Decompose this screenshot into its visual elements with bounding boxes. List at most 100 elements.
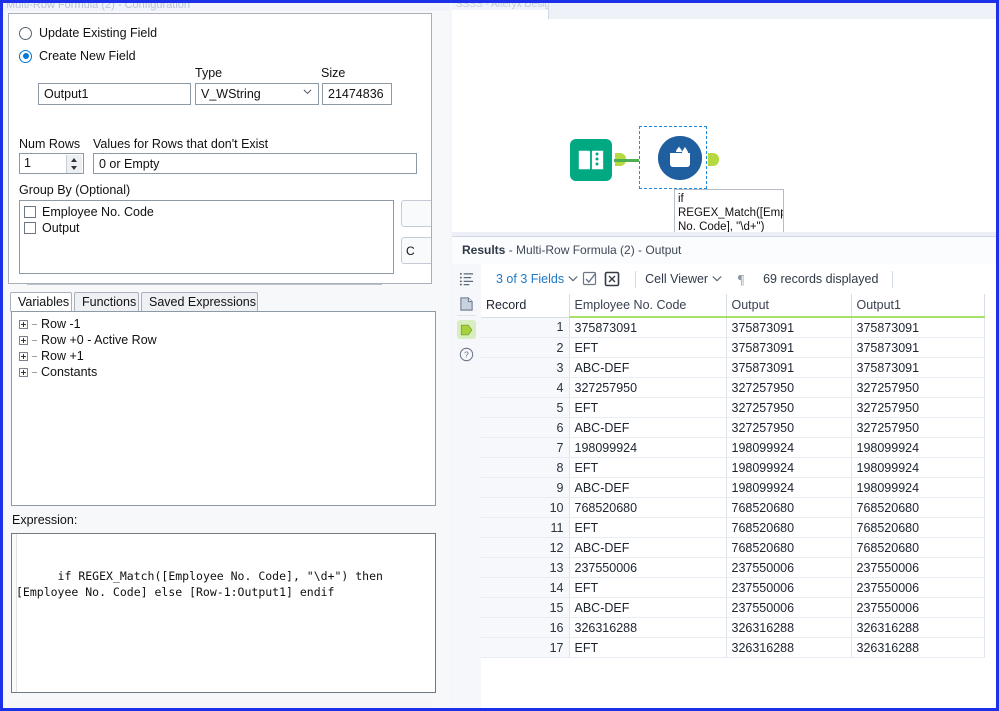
group-by-clear-all-button[interactable]: C [401, 237, 431, 264]
clear-all-icon[interactable] [604, 271, 620, 287]
results-grid[interactable]: Record Employee No. Code Output Output1 … [481, 294, 999, 711]
expand-icon[interactable] [19, 351, 28, 361]
cell-output1: 327257950 [851, 377, 985, 398]
cell-viewer-label[interactable]: Cell Viewer [645, 272, 708, 286]
table-row[interactable]: 6 ABC-DEF 327257950 327257950 [481, 417, 985, 438]
column-header-output1[interactable]: Output1 [851, 294, 985, 318]
group-by-item-output[interactable]: Output [20, 220, 393, 236]
variables-tree[interactable]: Row -1 Row +0 - Active Row Row +1 Consta… [11, 311, 436, 506]
table-row[interactable]: 12 ABC-DEF 768520680 768520680 [481, 537, 985, 558]
table-row[interactable]: 13 237550006 237550006 237550006 [481, 557, 985, 578]
tab-functions[interactable]: Functions [74, 292, 139, 312]
cell-record: 8 [481, 457, 570, 478]
group-by-listbox[interactable]: Employee No. Code Output [19, 200, 394, 274]
cell-employee-no-code: ABC-DEF [569, 477, 727, 498]
table-row[interactable]: 4 327257950 327257950 327257950 [481, 377, 985, 398]
results-header-title: Results [462, 243, 506, 257]
cell-record: 14 [481, 577, 570, 598]
canvas-tab-primary[interactable] [593, 3, 999, 19]
radio-create-new-indicator[interactable] [19, 49, 32, 63]
list-view-glyph [459, 272, 474, 286]
table-row[interactable]: 11 EFT 768520680 768520680 [481, 517, 985, 538]
table-row[interactable]: 14 EFT 237550006 237550006 [481, 577, 985, 598]
cell-record: 9 [481, 477, 570, 498]
column-header-employee-no-code[interactable]: Employee No. Code [569, 294, 727, 318]
table-row[interactable]: 3 ABC-DEF 375873091 375873091 [481, 357, 985, 378]
column-header-output[interactable]: Output [726, 294, 852, 318]
table-row[interactable]: 16 326316288 326316288 326316288 [481, 617, 985, 638]
expression-tabs: Variables Functions Saved Expressions [10, 292, 440, 312]
cell-employee-no-code: ABC-DEF [569, 597, 727, 618]
cell-employee-no-code: EFT [569, 517, 727, 538]
tree-item-constants[interactable]: Constants [12, 364, 435, 380]
radio-create-new-field[interactable]: Create New Field [19, 49, 136, 63]
radio-update-existing-indicator[interactable] [19, 26, 32, 40]
num-rows-spin-buttons[interactable] [66, 155, 82, 173]
expand-icon[interactable] [19, 335, 28, 345]
chevron-down-icon[interactable] [712, 274, 722, 284]
group-by-item-employee-no-code[interactable]: Employee No. Code [20, 204, 393, 220]
panel-separator [27, 284, 382, 285]
cell-employee-no-code: EFT [569, 337, 727, 358]
check-all-icon[interactable] [582, 271, 598, 287]
checkbox-employee-no-code[interactable] [24, 206, 36, 218]
table-row[interactable]: 2 EFT 375873091 375873091 [481, 337, 985, 358]
fields-selector-label[interactable]: 3 of 3 Fields [496, 272, 564, 286]
input-data-node[interactable] [570, 139, 612, 181]
list-view-icon[interactable] [457, 269, 476, 288]
values-for-rows-input[interactable]: 0 or Empty [93, 153, 417, 174]
cell-output: 198099924 [726, 477, 852, 498]
pilcrow-icon[interactable]: ¶ [733, 271, 749, 287]
cell-record: 1 [481, 317, 570, 338]
chevron-down-icon[interactable] [568, 274, 578, 284]
node-annotation: if REGEX_Match([Employee No. Code], "\d+… [674, 189, 784, 236]
expand-icon[interactable] [19, 319, 28, 329]
output-anchor-formula-node[interactable] [708, 153, 719, 166]
spin-down-icon[interactable] [67, 164, 82, 173]
table-row[interactable]: 1 375873091 375873091 375873091 [481, 317, 985, 338]
group-by-select-all-button[interactable] [401, 200, 431, 227]
column-header-record[interactable]: Record [481, 294, 570, 318]
checkbox-output[interactable] [24, 222, 36, 234]
tree-connector [32, 339, 37, 341]
tab-variables[interactable]: Variables [10, 292, 72, 312]
table-row[interactable]: 9 ABC-DEF 198099924 198099924 [481, 477, 985, 498]
data-profile-icon[interactable] [457, 294, 476, 313]
table-row[interactable]: 10 768520680 768520680 768520680 [481, 497, 985, 518]
tree-item-row-plus-0[interactable]: Row +0 - Active Row [12, 332, 435, 348]
multi-row-formula-node[interactable] [658, 136, 702, 180]
tree-item-row-minus-1[interactable]: Row -1 [12, 316, 435, 332]
cell-output: 375873091 [726, 317, 852, 338]
cell-output1: 326316288 [851, 617, 985, 638]
size-label: Size [321, 66, 346, 80]
radio-update-existing-field[interactable]: Update Existing Field [19, 26, 157, 40]
output-anchor-icon[interactable] [457, 320, 476, 339]
table-row[interactable]: 8 EFT 198099924 198099924 [481, 457, 985, 478]
field-type-value: V_WString [201, 87, 261, 101]
chevron-down-icon [303, 89, 312, 95]
cell-output1: 768520680 [851, 497, 985, 518]
cell-employee-no-code: 326316288 [569, 617, 727, 638]
help-icon[interactable]: ? [457, 345, 476, 364]
table-row[interactable]: 17 EFT 326316288 326316288 [481, 637, 985, 658]
table-row[interactable]: 5 EFT 327257950 327257950 [481, 397, 985, 418]
expand-icon[interactable] [19, 367, 28, 377]
results-panel: Results - Multi-Row Formula (2) - Output [452, 236, 999, 711]
cell-output1: 198099924 [851, 477, 985, 498]
workflow-canvas[interactable]: if REGEX_Match([Employee No. Code], "\d+… [452, 19, 999, 236]
num-rows-stepper[interactable]: 1 [19, 153, 84, 174]
tree-item-row-plus-1[interactable]: Row +1 [12, 348, 435, 364]
cell-output1: 768520680 [851, 517, 985, 538]
spin-up-icon[interactable] [67, 155, 82, 164]
field-type-select[interactable]: V_WString [195, 83, 319, 105]
new-field-name-input[interactable]: Output1 [38, 83, 191, 105]
group-by-item-label: Output [42, 221, 80, 235]
tab-saved-expressions[interactable]: Saved Expressions [141, 292, 258, 312]
field-size-input[interactable]: 21474836 [322, 83, 392, 105]
table-row[interactable]: 15 ABC-DEF 237550006 237550006 [481, 597, 985, 618]
table-row[interactable]: 7 198099924 198099924 198099924 [481, 437, 985, 458]
canvas-tab-secondary[interactable] [548, 3, 594, 19]
radio-update-existing-label: Update Existing Field [39, 26, 158, 40]
expression-editor[interactable]: if REGEX_Match([Employee No. Code], "\d+… [11, 533, 436, 693]
tree-item-label: Row +0 - Active Row [41, 333, 157, 347]
